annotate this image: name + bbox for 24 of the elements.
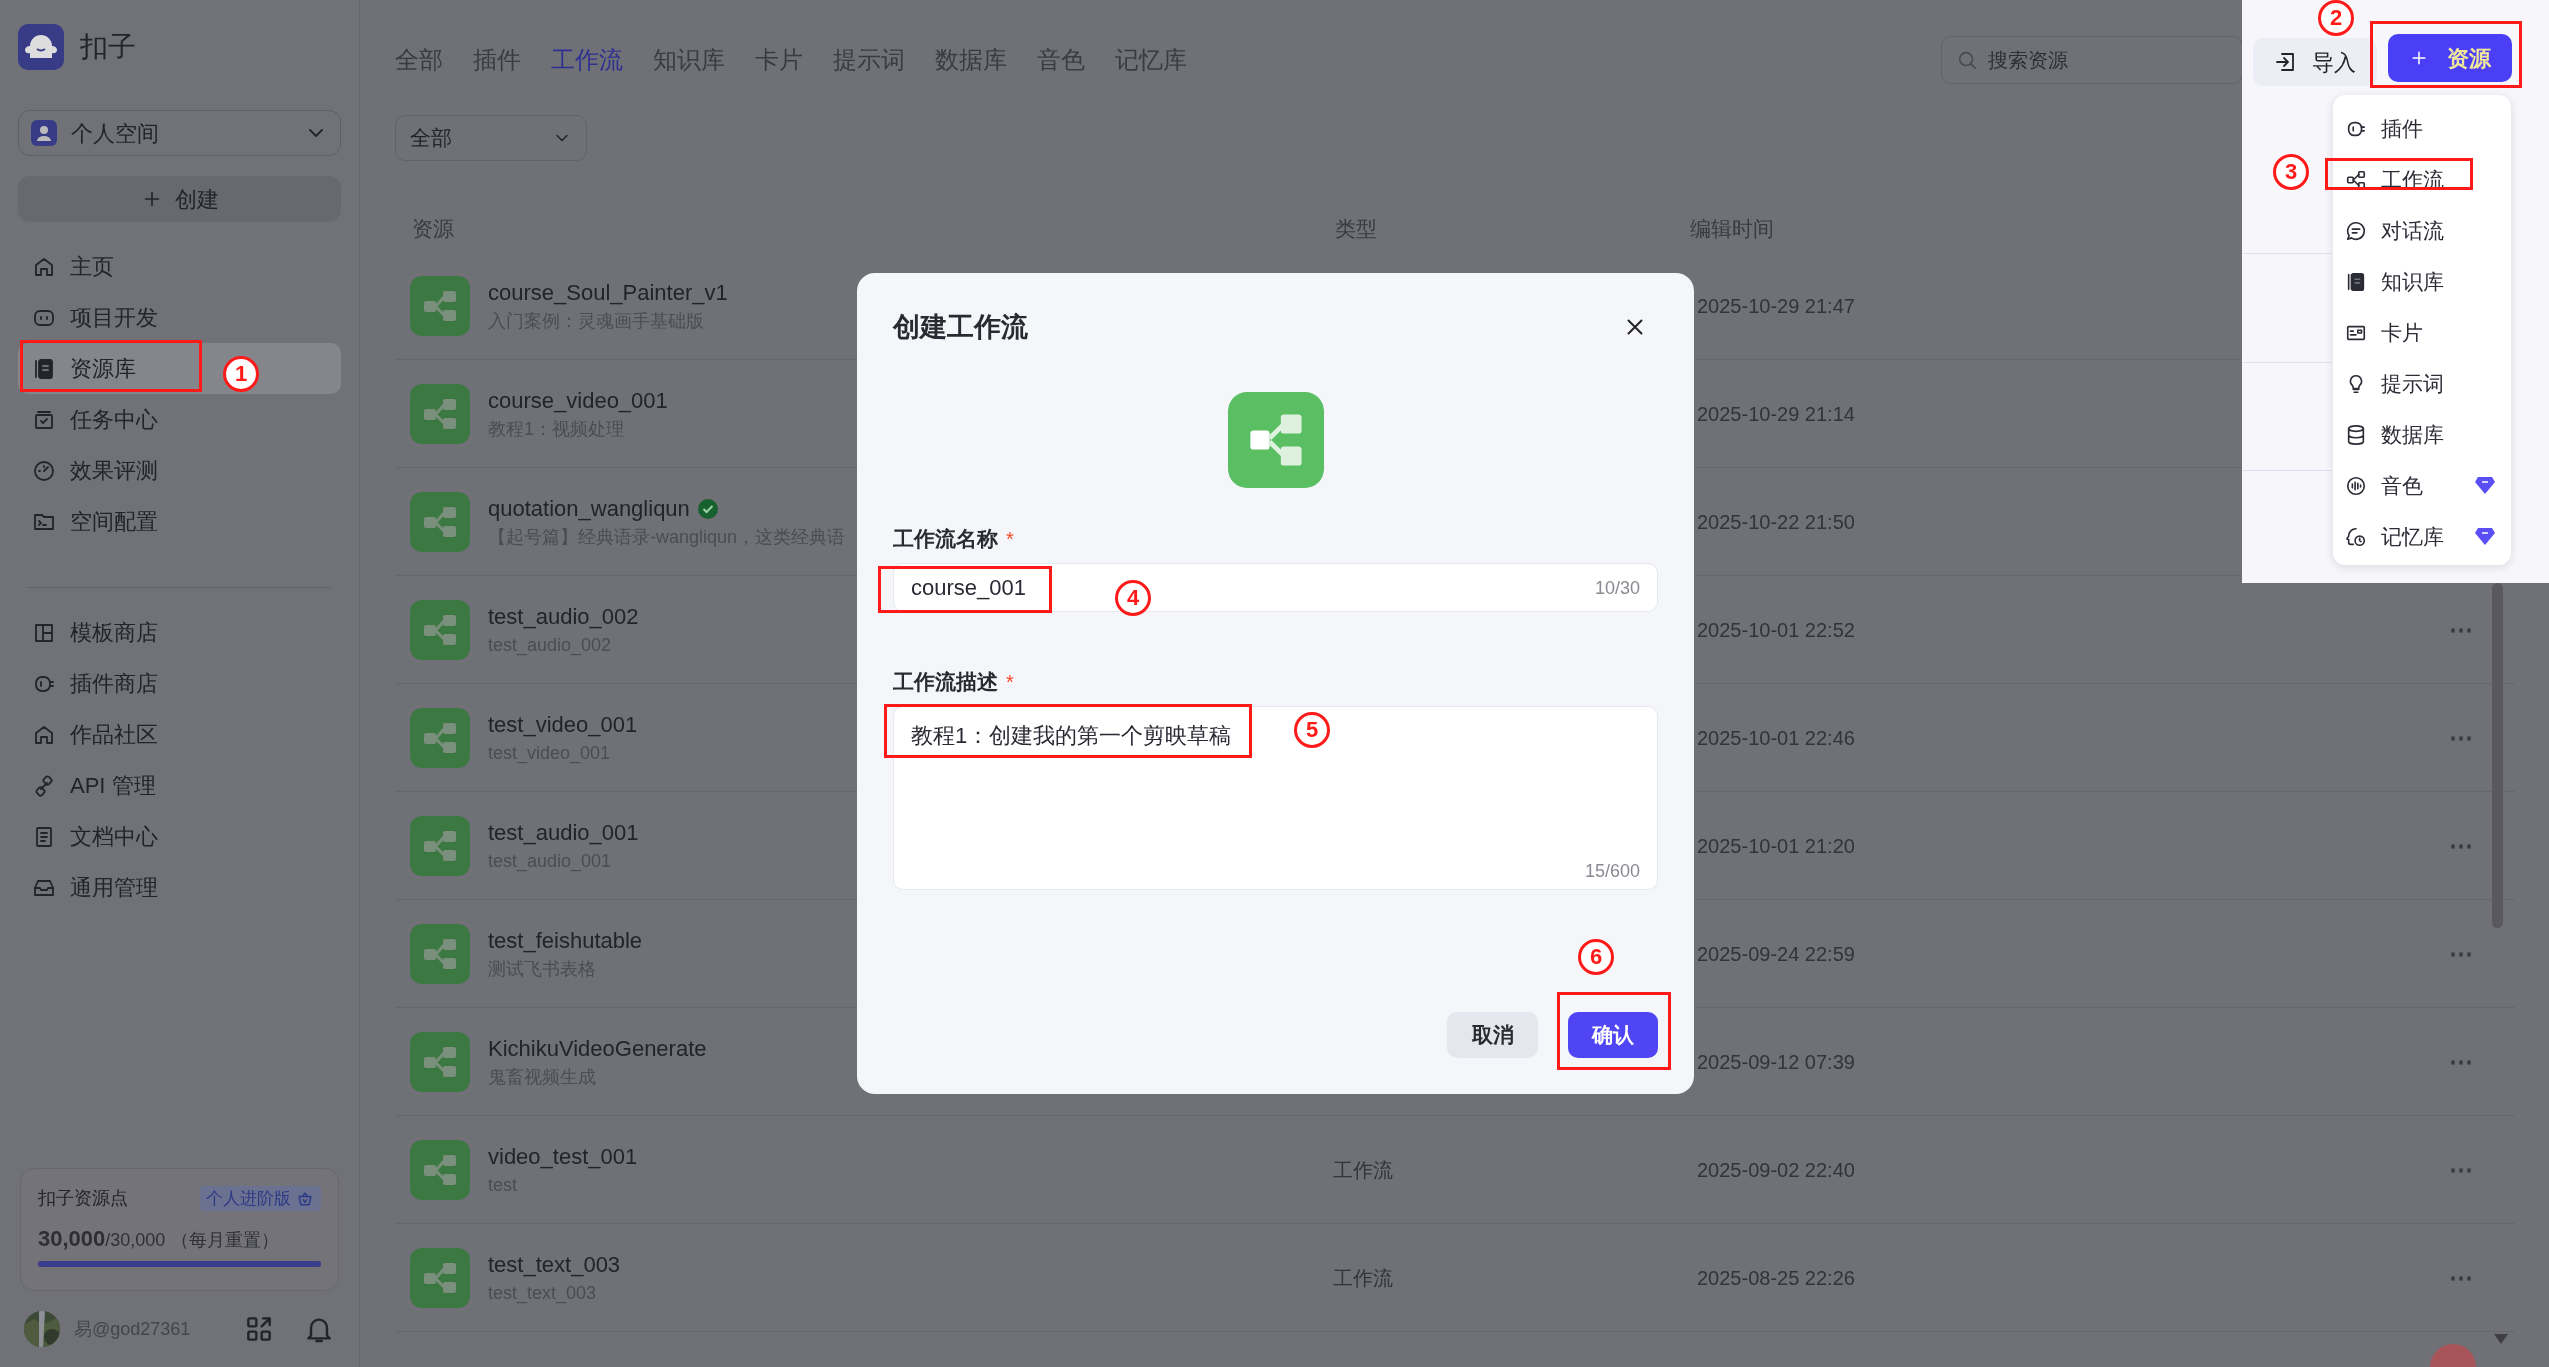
edit-time: 2025-10-29 21:14 <box>1697 401 1855 427</box>
required-mark: * <box>1006 527 1014 552</box>
edit-time: 2025-10-01 21:20 <box>1697 833 1855 859</box>
edit-time: 2025-09-02 22:40 <box>1697 1157 1855 1183</box>
required-mark: * <box>1006 670 1014 695</box>
edit-time: 2025-08-25 22:26 <box>1697 1265 1855 1291</box>
edit-time: 2025-10-22 21:50 <box>1697 509 1855 535</box>
dialog-title: 创建工作流 <box>893 310 1028 344</box>
char-counter: 15/600 <box>1584 860 1640 883</box>
card-title: 扣子资源点 <box>38 1187 128 1210</box>
edit-time: 2025-10-29 21:47 <box>1697 293 1855 319</box>
resource-type: 工作流 <box>1333 1266 1393 1289</box>
field-label: 工作流描述 <box>893 669 998 696</box>
field-label: 工作流名称 <box>893 526 998 553</box>
points-value: 30,000 <box>38 1225 106 1253</box>
points-total: /30,000 <box>105 1229 166 1252</box>
edit-time: 2025-10-01 22:46 <box>1697 725 1855 751</box>
edit-time: 2025-09-24 22:59 <box>1697 941 1855 967</box>
resource-type: 工作流 <box>1333 1158 1393 1181</box>
edit-time: 2025-09-12 07:39 <box>1697 1049 1855 1075</box>
edit-time: 2025-10-01 22:52 <box>1697 617 1855 643</box>
app-name: 扣子 <box>80 30 136 64</box>
reset-note: （每月重置） <box>171 1229 280 1252</box>
char-counter: 10/30 <box>1594 577 1640 600</box>
